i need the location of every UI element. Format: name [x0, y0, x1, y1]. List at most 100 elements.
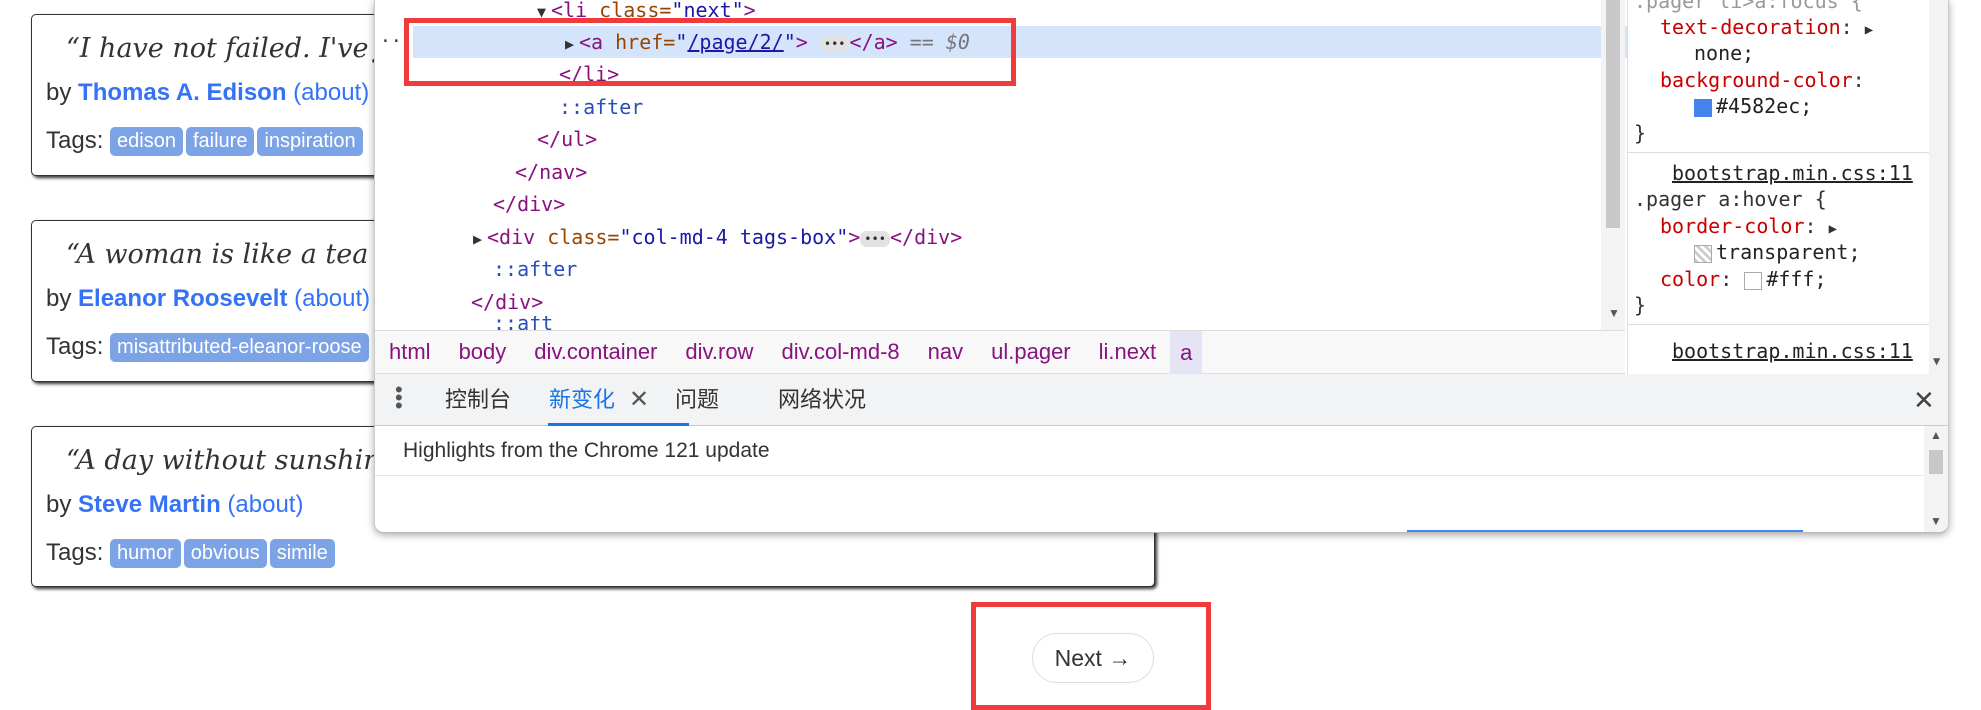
scrollbar-thumb[interactable] [1929, 450, 1943, 474]
prop-value: transparent; [1716, 240, 1861, 264]
dom-partial-line[interactable]: ::aft [493, 316, 553, 330]
tags-label: Tags: [46, 539, 104, 566]
elements-scrollbar[interactable]: ▼ [1601, 0, 1625, 330]
about-link[interactable]: (about) [294, 285, 370, 312]
prop-name: text-decoration [1660, 15, 1841, 39]
scroll-down-icon[interactable]: ▼ [1930, 514, 1942, 528]
more-tabs-icon[interactable]: • • • [395, 379, 403, 417]
dom-div-close[interactable]: </div> [493, 188, 565, 220]
tag-link[interactable]: humor [110, 539, 181, 569]
close-tab-icon[interactable]: ✕ [629, 374, 649, 426]
prop-value: #fff; [1766, 267, 1827, 291]
breadcrumb-item-row[interactable]: div.row [671, 339, 767, 365]
color-swatch-icon[interactable] [1744, 271, 1763, 290]
quote-tags: Tags: edison failure inspiration [46, 127, 366, 157]
scroll-down-icon[interactable]: ▼ [1933, 354, 1940, 368]
quote-tags: Tags: humor obvious simile [46, 539, 338, 569]
prop-value-row[interactable]: #4582ec; [1694, 93, 1812, 119]
prop-value[interactable]: none; [1694, 40, 1754, 66]
about-link[interactable]: (about) [227, 491, 303, 518]
close-drawer-icon[interactable]: ✕ [1913, 374, 1935, 426]
breadcrumb-item-col-md-8[interactable]: div.col-md-8 [767, 339, 913, 365]
tag-link[interactable]: obvious [183, 539, 267, 569]
by-label: by [46, 285, 72, 312]
prop-value: #4582ec; [1716, 94, 1813, 118]
dom-attr-value: "col-md-4 tags-box" [619, 225, 849, 249]
dom-div-close[interactable]: </div> [471, 286, 543, 318]
scrollbar-thumb[interactable] [1606, 0, 1620, 228]
style-prop-text-decoration[interactable]: text-decoration: ▶ [1660, 14, 1873, 40]
style-prop-color[interactable]: color: #fff; [1660, 266, 1827, 292]
tag-link[interactable]: failure [185, 127, 255, 157]
breadcrumb-item-html[interactable]: html [375, 339, 445, 365]
drawer-scrollbar[interactable]: ▲ ▼ [1924, 426, 1948, 532]
quote-byline: by Steve Martin (about) [46, 491, 303, 519]
expand-triangle-icon[interactable]: ▶ [1865, 22, 1873, 38]
rule-close-brace: } [1634, 293, 1647, 317]
style-prop-background-color[interactable]: background-color: [1660, 67, 1865, 93]
scroll-up-icon[interactable]: ▲ [1930, 428, 1942, 442]
tab-issues[interactable]: 问题 [675, 374, 719, 426]
dom-tag: </div> [889, 225, 963, 249]
quote-byline: by Eleanor Roosevelt (about) [46, 285, 370, 313]
tags-label: Tags: [46, 127, 104, 154]
prop-name: background-color [1660, 68, 1853, 92]
breadcrumb-item-nav[interactable]: nav [914, 339, 977, 365]
rule-selector-partial: .pager li>a:focus { [1634, 0, 1863, 13]
quote-text: “A day without sunshine [66, 445, 397, 476]
highlight-box-anchor-node [404, 18, 1016, 86]
collapse-triangle-icon[interactable]: ▶ [473, 223, 487, 255]
by-label: by [46, 79, 72, 106]
prop-name: color [1660, 267, 1721, 291]
tag-link[interactable]: edison [110, 127, 183, 157]
stylesheet-source-link[interactable]: bootstrap.min.css:11 [1672, 338, 1913, 364]
dom-tag: > [848, 225, 861, 249]
author-name: Steve Martin [78, 491, 221, 518]
about-link[interactable]: (about) [293, 79, 369, 106]
dom-tag: <div [487, 225, 536, 249]
tag-link[interactable]: inspiration [257, 127, 363, 157]
styles-pane[interactable]: .pager li>a:focus { text-decoration: ▶ n… [1627, 0, 1948, 374]
by-label: by [46, 491, 72, 518]
stylesheet-source-link[interactable]: bootstrap.min.css:11 [1672, 160, 1913, 186]
style-prop-border-color[interactable]: border-color: ▶ [1660, 213, 1837, 239]
transparent-swatch-icon[interactable] [1694, 244, 1712, 263]
scroll-down-icon[interactable]: ▼ [1608, 306, 1620, 320]
ellipsis-icon[interactable]: ••• [860, 230, 890, 247]
breadcrumb-item-ul-pager[interactable]: ul.pager [977, 339, 1085, 365]
breadcrumb-item-a[interactable]: a [1170, 330, 1203, 374]
whats-new-highlight-row[interactable]: Highlights from the Chrome 121 update [375, 426, 1923, 476]
tag-link[interactable]: misattributed-eleanor-roose [110, 333, 369, 363]
rule-divider [1628, 324, 1948, 325]
drawer-tab-bar: • • • 控制台 新变化 ✕ 问题 网络状况 ✕ [375, 374, 1948, 426]
rule-divider [1628, 152, 1948, 153]
dom-attr-name: class= [535, 225, 620, 249]
tag-link[interactable]: simile [269, 539, 335, 569]
expand-triangle-icon[interactable]: ▶ [1829, 221, 1837, 237]
prop-value-row[interactable]: transparent; [1694, 239, 1861, 265]
breadcrumb-item-body[interactable]: body [445, 339, 521, 365]
whats-new-panel: Highlights from the Chrome 121 update ▲ … [375, 426, 1948, 532]
dom-after-pseudo[interactable]: ::after [493, 253, 577, 285]
quote-text: “A woman is like a tea ba [66, 239, 411, 270]
breadcrumb-item-container[interactable]: div.container [520, 339, 671, 365]
dom-nav-close[interactable]: </nav> [515, 156, 587, 188]
dom-breadcrumb: html body div.container div.row div.col-… [375, 330, 1625, 374]
color-swatch-icon[interactable] [1694, 98, 1712, 117]
dom-div-tags-box[interactable]: ▶ <div class="col-md-4 tags-box"> ••• </div… [473, 221, 962, 253]
rule-selector: .pager a:hover { [1634, 187, 1827, 211]
breadcrumb-item-li-next[interactable]: li.next [1085, 339, 1170, 365]
highlight-box-next-button [971, 602, 1211, 710]
tab-whats-new[interactable]: 新变化 [549, 374, 615, 426]
quote-text: “I have not failed. I've ju [66, 33, 403, 64]
dom-after-pseudo[interactable]: ::after [559, 91, 643, 123]
styles-scrollbar[interactable]: ▼ [1929, 0, 1948, 374]
partial-content-strip [1407, 530, 1803, 532]
tags-label: Tags: [46, 333, 104, 360]
tab-network-conditions[interactable]: 网络状况 [778, 374, 866, 426]
author-name: Thomas A. Edison [78, 79, 287, 106]
prop-name: border-color [1660, 214, 1805, 238]
tab-console[interactable]: 控制台 [445, 374, 511, 426]
rule-close-brace: } [1634, 121, 1647, 145]
dom-ul-close[interactable]: </ul> [537, 123, 597, 155]
